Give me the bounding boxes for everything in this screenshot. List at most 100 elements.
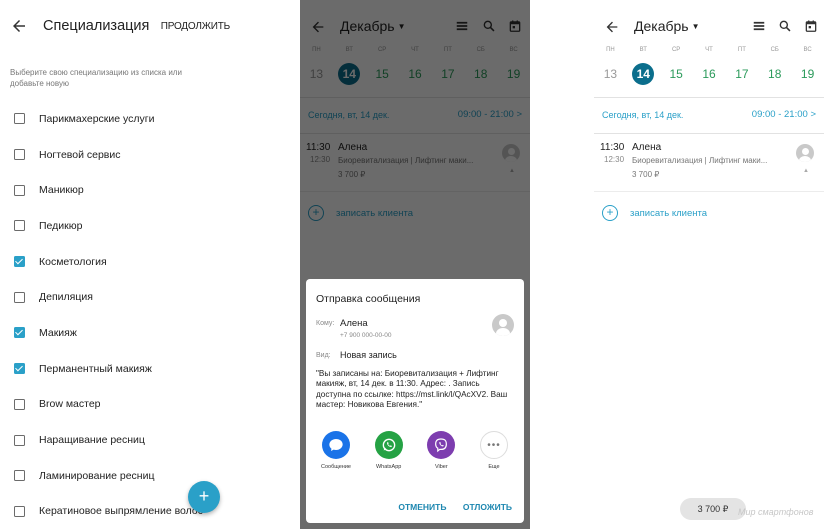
checkbox-icon[interactable] xyxy=(14,398,25,410)
checkbox-checked-icon[interactable] xyxy=(14,327,25,339)
appointment-start: 11:30 xyxy=(600,142,625,153)
checkbox-icon[interactable] xyxy=(14,505,25,517)
date-number: 15 xyxy=(669,67,683,81)
calendar-dialog-screen: Декабрь▼ ПН13ВТ14СР15ЧТ16ПТ17СБ18ВС19 Се… xyxy=(300,0,530,529)
day-cell[interactable]: ЧТ 16 xyxy=(693,47,726,85)
checkbox-icon[interactable] xyxy=(14,184,25,196)
specialization-item[interactable]: Наращивание ресниц xyxy=(0,422,238,458)
day-cell[interactable]: ПН 13 xyxy=(594,47,627,85)
share-app-viber[interactable]: Viber xyxy=(417,431,465,470)
whatsapp-icon xyxy=(374,431,403,459)
back-arrow-icon[interactable] xyxy=(10,17,28,35)
list-view-icon[interactable] xyxy=(752,19,766,33)
specialization-item[interactable]: Макияж xyxy=(0,315,238,351)
type-key: Вид: xyxy=(316,352,331,359)
specialization-screen: Специализация ПРОДОЛЖИТЬ Выберите свою с… xyxy=(0,0,238,529)
day-cell[interactable]: СБ 18 xyxy=(758,47,791,85)
week-strip: ПН 13 ВТ 14 СР 15 ЧТ 16 ПТ 17 СБ 18 ВС 19 xyxy=(594,47,824,85)
day-cell[interactable]: СР 15 xyxy=(660,47,693,85)
specialization-label: Brow мастер xyxy=(39,398,101,411)
weekday-label: ПТ xyxy=(737,47,746,53)
recipient-avatar xyxy=(492,314,514,336)
checkbox-icon[interactable] xyxy=(14,470,25,482)
specialization-item[interactable]: Депиляция xyxy=(0,279,238,315)
weekday-label: ЧТ xyxy=(705,47,713,53)
share-app-label: Еще xyxy=(488,464,500,470)
app-bar: Специализация ПРОДОЛЖИТЬ xyxy=(0,0,238,50)
specialization-item[interactable]: Маникюр xyxy=(0,172,238,208)
checkbox-icon[interactable] xyxy=(14,291,25,303)
back-arrow-icon[interactable] xyxy=(604,19,620,35)
dialog-actions: ОТМЕНИТЬ ОТЛОЖИТЬ xyxy=(384,502,512,512)
checkbox-icon[interactable] xyxy=(14,149,25,161)
today-bar[interactable]: Сегодня, вт, 14 дек. 09:00 - 21:00 > xyxy=(594,98,824,133)
service-name: Биоревитализация | Лифтинг маки... xyxy=(632,156,768,165)
calendar-icon[interactable] xyxy=(804,19,818,33)
plus-circle-icon: + xyxy=(602,205,618,221)
send-message-dialog: Отправка сообщения Кому: Алена +7 900 00… xyxy=(306,279,524,523)
recipient-phone: +7 900 000-00-00 xyxy=(340,332,392,339)
working-hours: 09:00 - 21:00 > xyxy=(751,109,816,120)
specialization-item[interactable]: Косметология xyxy=(0,244,238,280)
day-cell[interactable]: ПТ 17 xyxy=(725,47,758,85)
caret-down-icon: ▼ xyxy=(691,22,700,31)
chevron-right-icon: > xyxy=(810,109,816,120)
checkbox-icon[interactable] xyxy=(14,434,25,446)
type-value: Новая запись xyxy=(340,350,397,360)
selected-date: 14 xyxy=(632,63,655,85)
client-name: Алена xyxy=(632,142,662,153)
chat-bubble-icon xyxy=(322,431,350,459)
recipient-name: Алена xyxy=(340,318,368,329)
share-apps: Сообщение WhatsApp Viber ••• Еще xyxy=(312,431,518,470)
specialization-label: Перманентный макияж xyxy=(39,362,152,375)
specialization-label: Парикмахерские услуги xyxy=(39,112,155,125)
recipient-key: Кому: xyxy=(316,320,335,327)
weekday-label: ПН xyxy=(606,47,615,53)
specialization-label: Ногтевой сервис xyxy=(39,148,121,161)
cancel-button[interactable]: ОТМЕНИТЬ xyxy=(398,502,446,512)
checkbox-icon[interactable] xyxy=(14,220,25,232)
share-app-more[interactable]: ••• Еще xyxy=(470,431,518,470)
specialization-label: Маникюр xyxy=(39,184,84,197)
weekday-label: ВС xyxy=(803,47,812,53)
date-number: 13 xyxy=(603,67,618,81)
share-app-chat-bubble[interactable]: Сообщение xyxy=(312,431,360,470)
specialization-label: Наращивание ресниц xyxy=(39,434,145,447)
appointment-price: 3 700 ₽ xyxy=(632,170,660,179)
specialization-label: Кератиновое выпрямление волос xyxy=(39,505,204,518)
share-app-label: Сообщение xyxy=(321,464,351,470)
search-icon[interactable] xyxy=(778,19,792,33)
divider xyxy=(594,191,824,192)
specialization-list: Парикмахерские услуги Ногтевой сервис Мани… xyxy=(0,101,238,529)
weekday-label: СР xyxy=(671,47,681,53)
message-text: "Вы записаны на: Биоревитализация + Лифт… xyxy=(316,369,508,410)
specialization-item[interactable]: Ногтевой сервис xyxy=(0,137,238,173)
date-number: 16 xyxy=(702,67,716,81)
dialog-title: Отправка сообщения xyxy=(316,293,421,305)
add-client-label: записать клиента xyxy=(630,207,708,219)
checkbox-checked-icon[interactable] xyxy=(14,256,25,268)
calendar-header: Декабрь▼ ПН 13 ВТ 14 СР 15 ЧТ 16 ПТ 17 СБ 18 ВС 19 xyxy=(594,0,824,98)
specialization-item[interactable]: Brow мастер xyxy=(0,387,238,423)
add-client-button[interactable]: + записать клиента xyxy=(602,204,707,222)
month-selector[interactable]: Декабрь▼ xyxy=(634,18,700,34)
share-app-whatsapp[interactable]: WhatsApp xyxy=(365,431,413,470)
day-cell[interactable]: ВС 19 xyxy=(791,47,824,85)
continue-button[interactable]: ПРОДОЛЖИТЬ xyxy=(161,21,230,32)
more-icon: ••• xyxy=(479,431,508,459)
add-fab-button[interactable]: + xyxy=(188,481,220,513)
today-label: Сегодня, вт, 14 дек. xyxy=(602,110,684,120)
share-app-label: Viber xyxy=(434,464,448,470)
checkbox-icon[interactable] xyxy=(14,113,25,125)
specialization-label: Депиляция xyxy=(39,291,93,304)
appointment-card[interactable]: 11:30 12:30 Алена Биоревитализация | Лиф… xyxy=(594,138,824,190)
specialization-item[interactable]: Парикмахерские услуги xyxy=(0,101,238,137)
specialization-label: Ламинирование ресниц xyxy=(39,469,155,482)
share-app-label: WhatsApp xyxy=(375,464,402,470)
specialization-item[interactable]: Перманентный макияж xyxy=(0,351,238,387)
specialization-item[interactable]: Педикюр xyxy=(0,208,238,244)
instruction-text: Выберите свою специализацию из списка ил… xyxy=(10,68,182,88)
checkbox-checked-icon[interactable] xyxy=(14,363,25,375)
day-cell[interactable]: ВТ 14 xyxy=(627,47,660,85)
postpone-button[interactable]: ОТЛОЖИТЬ xyxy=(463,502,512,512)
